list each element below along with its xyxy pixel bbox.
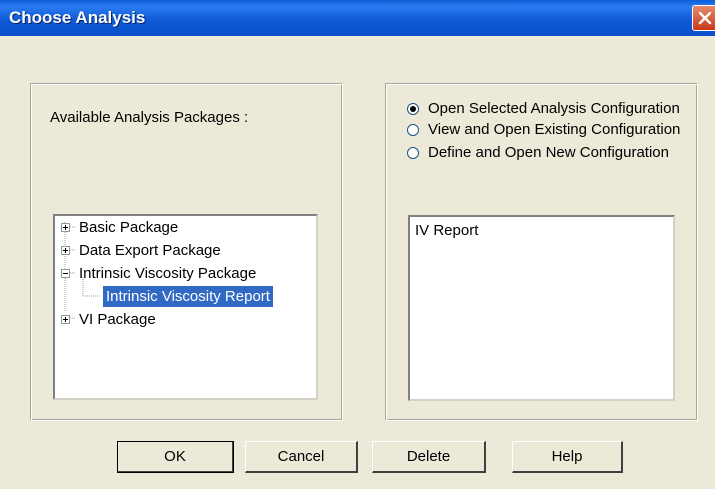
radio-button[interactable] — [407, 124, 419, 136]
packages-tree[interactable]: Basic Package Data Export Package Intrin… — [53, 214, 318, 400]
close-button[interactable] — [692, 5, 715, 31]
expand-plus-icon[interactable] — [61, 246, 70, 255]
expand-plus-icon[interactable] — [61, 315, 70, 324]
options-group: Open Selected Analysis Configuration Vie… — [385, 83, 698, 421]
packages-label: Available Analysis Packages : — [50, 109, 249, 126]
list-item[interactable]: IV Report — [415, 220, 478, 241]
tree-item-label: VI Package — [79, 311, 156, 328]
tree-item-label: Intrinsic Viscosity Report — [103, 286, 273, 307]
close-icon — [698, 11, 712, 25]
ok-button[interactable]: OK — [117, 441, 234, 473]
expand-plus-icon[interactable] — [61, 223, 70, 232]
radio-button[interactable] — [407, 147, 419, 159]
cancel-button[interactable]: Cancel — [245, 441, 358, 473]
window-title: Choose Analysis — [9, 8, 146, 27]
collapse-minus-icon[interactable] — [61, 269, 70, 278]
tree-item-label: Basic Package — [79, 219, 179, 236]
packages-group: Available Analysis Packages : Basic Pack… — [30, 83, 343, 421]
delete-button[interactable]: Delete — [372, 441, 486, 473]
help-button[interactable]: Help — [512, 441, 623, 473]
radio-button[interactable] — [407, 103, 419, 115]
configurations-list[interactable]: IV Report — [408, 215, 675, 401]
radio-label: Define and Open New Configuration — [428, 144, 669, 161]
dialog-body: Available Analysis Packages : Basic Pack… — [0, 36, 715, 489]
tree-item-label: Intrinsic Viscosity Package — [79, 265, 257, 282]
radio-label: Open Selected Analysis Configuration — [428, 100, 680, 117]
title-bar[interactable]: Choose Analysis — [0, 0, 715, 36]
radio-label: View and Open Existing Configuration — [428, 121, 681, 138]
tree-item-label: Data Export Package — [79, 242, 221, 259]
